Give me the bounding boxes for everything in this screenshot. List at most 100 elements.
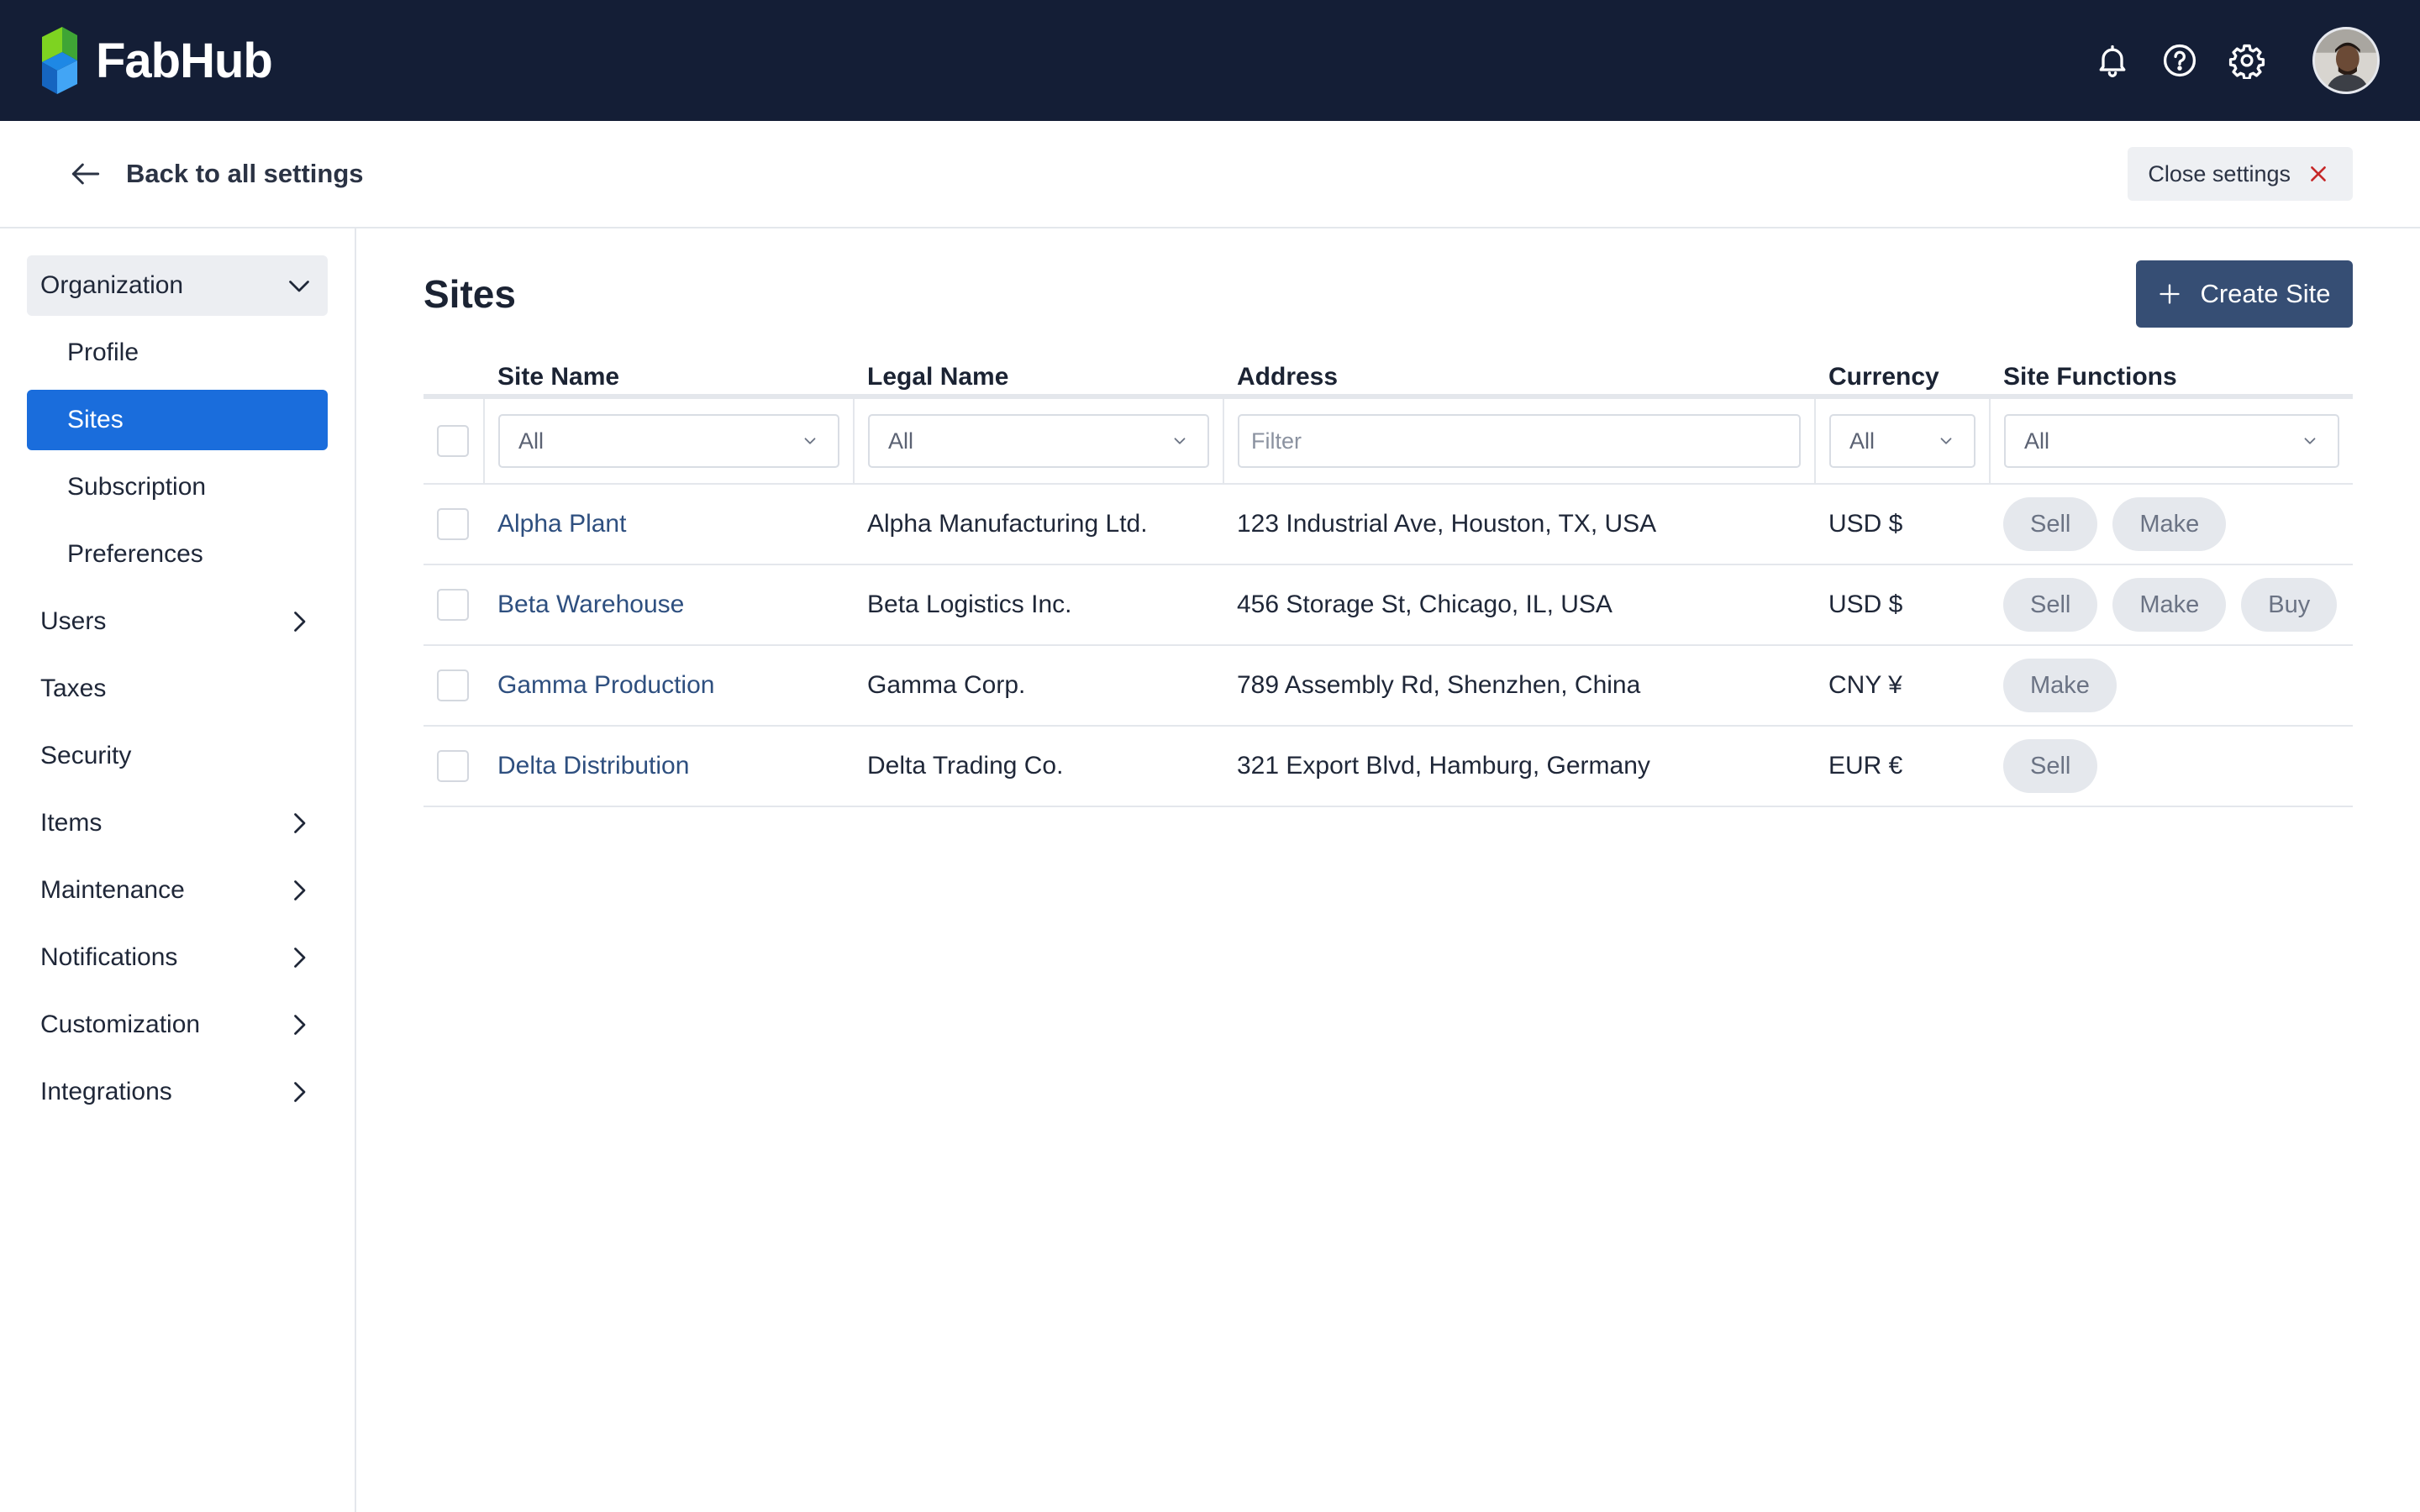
row-select-cell	[424, 564, 484, 646]
sidebar-item-preferences[interactable]: Preferences	[27, 524, 328, 585]
chevron-right-icon	[294, 880, 306, 900]
function-chips: Sell Make	[2003, 497, 2339, 551]
back-to-settings-link[interactable]: Back to all settings	[67, 155, 364, 192]
gear-icon[interactable]	[2228, 42, 2265, 79]
top-bar: FabHub	[0, 0, 2420, 121]
column-header-currency[interactable]: Currency	[1815, 360, 1990, 399]
chevron-right-icon	[294, 813, 306, 833]
help-icon[interactable]	[2161, 42, 2198, 79]
sidebar-item-subscription[interactable]: Subscription	[27, 457, 328, 517]
site-name-cell: Gamma Production	[484, 645, 854, 727]
site-functions-cell: Sell Make Buy	[1990, 564, 2353, 646]
sidebar-item-label: Users	[40, 607, 107, 635]
column-header-site-name[interactable]: Site Name	[484, 360, 854, 399]
address-filter-cell	[1223, 396, 1815, 485]
site-name-cell: Delta Distribution	[484, 726, 854, 807]
function-chips: Sell Make Buy	[2003, 578, 2339, 632]
chevron-down-icon	[1174, 438, 1186, 444]
site-name-link[interactable]: Beta Warehouse	[497, 591, 684, 618]
function-chips: Make	[2003, 659, 2339, 712]
brand[interactable]: FabHub	[39, 27, 273, 94]
table-header-row: Site Name Legal Name Address Currency Si…	[424, 360, 2353, 399]
sidebar-item-label: Integrations	[40, 1078, 172, 1105]
function-chip-buy[interactable]: Buy	[2241, 578, 2338, 632]
function-chip-make[interactable]: Make	[2112, 497, 2227, 551]
sites-header: Sites Create Site	[424, 228, 2353, 360]
filter-row: All All All	[424, 396, 2353, 485]
function-chip-sell[interactable]: Sell	[2003, 739, 2098, 793]
table-row[interactable]: Alpha Plant Alpha Manufacturing Ltd. 123…	[424, 484, 2353, 565]
sidebar-item-label: Security	[40, 742, 132, 769]
sidebar-item-taxes[interactable]: Taxes	[27, 659, 328, 719]
close-settings-button[interactable]: Close settings	[2128, 147, 2353, 201]
sidebar-item-label: Preferences	[67, 540, 203, 568]
row-checkbox[interactable]	[437, 589, 469, 621]
address-cell: 321 Export Blvd, Hamburg, Germany	[1223, 726, 1815, 807]
site-name-filter-value: All	[518, 428, 544, 454]
select-all-checkbox[interactable]	[437, 425, 469, 457]
sidebar-item-label: Taxes	[40, 675, 107, 702]
address-filter-input[interactable]	[1238, 414, 1801, 468]
sidebar-item-sites[interactable]: Sites	[27, 390, 328, 450]
sidebar-item-items[interactable]: Items	[27, 793, 328, 853]
function-chip-make[interactable]: Make	[2003, 659, 2117, 712]
row-checkbox[interactable]	[437, 750, 469, 782]
table-row[interactable]: Beta Warehouse Beta Logistics Inc. 456 S…	[424, 564, 2353, 646]
function-chip-sell[interactable]: Sell	[2003, 578, 2098, 632]
column-header-site-functions[interactable]: Site Functions	[1990, 360, 2353, 399]
create-site-button[interactable]: Create Site	[2136, 260, 2353, 328]
sidebar-item-label: Subscription	[67, 473, 207, 501]
sidebar-item-organization[interactable]: Organization	[27, 255, 328, 316]
chevron-down-icon	[804, 438, 816, 444]
settings-subheader: Back to all settings Close settings	[0, 121, 2420, 228]
sidebar-item-customization[interactable]: Customization	[27, 995, 328, 1055]
site-name-cell: Beta Warehouse	[484, 564, 854, 646]
sidebar-item-notifications[interactable]: Notifications	[27, 927, 328, 988]
table-row[interactable]: Gamma Production Gamma Corp. 789 Assembl…	[424, 645, 2353, 727]
function-chip-make[interactable]: Make	[2112, 578, 2227, 632]
site-functions-cell: Sell	[1990, 726, 2353, 807]
site-name-link[interactable]: Delta Distribution	[497, 752, 689, 780]
user-avatar[interactable]	[2312, 27, 2380, 94]
settings-sidebar: Organization Profile Sites Subscription …	[0, 228, 356, 1512]
currency-filter-value: All	[1849, 428, 1876, 454]
select-all-cell	[424, 396, 484, 485]
sidebar-item-label: Profile	[67, 339, 139, 366]
address-cell: 789 Assembly Rd, Shenzhen, China	[1223, 645, 1815, 727]
bell-icon[interactable]	[2094, 42, 2131, 79]
row-select-cell	[424, 484, 484, 565]
currency-cell: CNY ¥	[1815, 645, 1990, 727]
sidebar-item-security[interactable]: Security	[27, 726, 328, 786]
column-header-address[interactable]: Address	[1223, 360, 1815, 399]
sidebar-item-maintenance[interactable]: Maintenance	[27, 860, 328, 921]
currency-filter-select[interactable]: All	[1829, 414, 1975, 468]
column-header-legal-name[interactable]: Legal Name	[854, 360, 1223, 399]
arrow-left-icon	[71, 163, 100, 185]
back-label: Back to all settings	[126, 159, 364, 188]
row-checkbox[interactable]	[437, 669, 469, 701]
close-icon	[2311, 166, 2326, 181]
sidebar-item-profile[interactable]: Profile	[27, 323, 328, 383]
legal-name-filter-value: All	[888, 428, 914, 454]
site-functions-filter-select[interactable]: All	[2004, 414, 2339, 468]
site-name-filter-select[interactable]: All	[498, 414, 839, 468]
row-select-cell	[424, 645, 484, 727]
site-functions-cell: Sell Make	[1990, 484, 2353, 565]
top-actions	[2094, 27, 2380, 94]
chevron-down-icon	[2304, 438, 2316, 444]
function-chip-sell[interactable]: Sell	[2003, 497, 2098, 551]
sidebar-item-integrations[interactable]: Integrations	[27, 1062, 328, 1122]
legal-name-cell: Alpha Manufacturing Ltd.	[854, 484, 1223, 565]
sites-panel: Sites Create Site Site Name Legal Name A…	[424, 228, 2353, 807]
legal-name-filter-select[interactable]: All	[868, 414, 1209, 468]
legal-name-cell: Beta Logistics Inc.	[854, 564, 1223, 646]
row-checkbox[interactable]	[437, 508, 469, 540]
site-name-link[interactable]: Gamma Production	[497, 671, 714, 699]
site-name-filter-cell: All	[483, 396, 854, 485]
site-name-link[interactable]: Alpha Plant	[497, 510, 626, 538]
sites-table: Site Name Legal Name Address Currency Si…	[424, 360, 2353, 807]
site-name-cell: Alpha Plant	[484, 484, 854, 565]
table-row[interactable]: Delta Distribution Delta Trading Co. 321…	[424, 726, 2353, 807]
address-cell: 456 Storage St, Chicago, IL, USA	[1223, 564, 1815, 646]
sidebar-item-users[interactable]: Users	[27, 591, 328, 652]
